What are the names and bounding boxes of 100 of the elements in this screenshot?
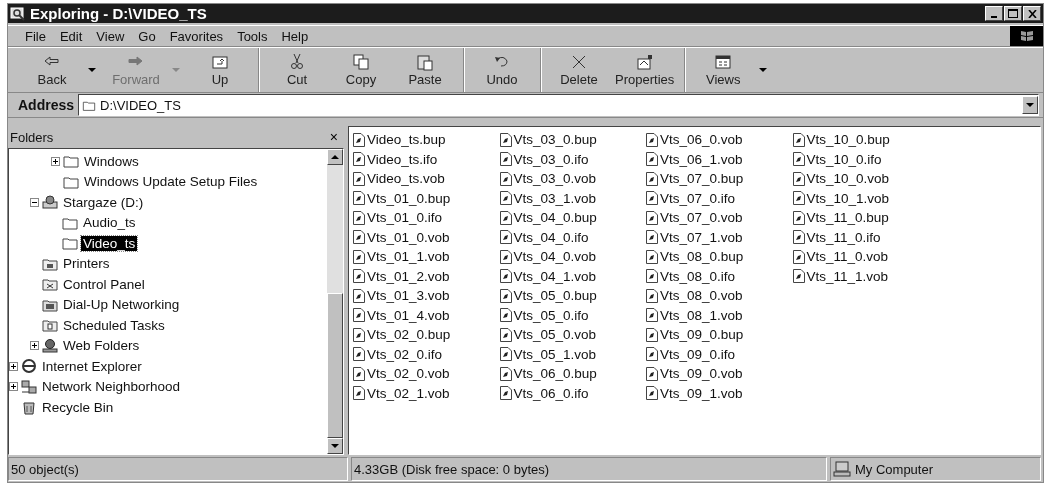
tree-item[interactable]: Dial-Up Networking: [61, 297, 182, 313]
expand-toggle[interactable]: [51, 156, 60, 166]
scrollbar[interactable]: [327, 149, 343, 454]
file-name[interactable]: Vts_02_0.bup: [367, 327, 451, 343]
network-icon: [21, 378, 37, 395]
file-name[interactable]: Vts_10_0.ifo: [806, 151, 882, 167]
menu-item[interactable]: Help: [274, 28, 316, 44]
file-name[interactable]: Vts_01_1.vob: [367, 249, 450, 265]
file-name[interactable]: Vts_10_0.bup: [806, 132, 890, 148]
tree-item[interactable]: Printers: [61, 256, 112, 272]
close-pane-button[interactable]: ×: [327, 129, 340, 145]
file-name[interactable]: Vts_09_0.bup: [660, 327, 744, 343]
collapse-toggle[interactable]: [30, 197, 39, 207]
paste-button[interactable]: Paste: [393, 53, 457, 87]
file-name[interactable]: Video_ts.bup: [367, 132, 446, 148]
file-name[interactable]: Vts_06_0.vob: [660, 132, 743, 148]
file-name[interactable]: Vts_06_1.vob: [660, 151, 743, 167]
dropdown-caret-icon[interactable]: [757, 66, 770, 74]
tree-item[interactable]: Stargaze (D:): [61, 194, 146, 210]
copy-button[interactable]: Copy: [329, 53, 393, 87]
file-name[interactable]: Vts_04_0.ifo: [513, 229, 589, 245]
file-name[interactable]: Video_ts.ifo: [367, 151, 438, 167]
file-name[interactable]: Vts_11_0.bup: [806, 210, 889, 226]
file-name[interactable]: Vts_01_0.ifo: [367, 210, 443, 226]
tree-item[interactable]: Recycle Bin: [40, 399, 116, 415]
file-name[interactable]: Vts_05_0.vob: [513, 327, 597, 343]
file-name[interactable]: Vts_01_4.vob: [367, 307, 450, 323]
tree-item[interactable]: Windows: [82, 153, 141, 169]
file-name[interactable]: Vts_05_1.vob: [513, 346, 597, 362]
file-icon: [499, 230, 512, 245]
file-name[interactable]: Vts_07_0.ifo: [660, 190, 736, 206]
tree-item[interactable]: Windows Update Setup Files: [82, 174, 260, 190]
file-name[interactable]: Vts_11_1.vob: [806, 268, 889, 284]
scroll-thumb[interactable]: [327, 293, 343, 438]
file-name[interactable]: Vts_07_0.bup: [660, 171, 744, 187]
tree-item[interactable]: Audio_ts: [81, 215, 138, 231]
file-name[interactable]: Vts_10_1.vob: [806, 190, 890, 206]
up-button[interactable]: Up: [188, 53, 252, 87]
file-name[interactable]: Vts_11_0.ifo: [806, 229, 881, 245]
file-name[interactable]: Vts_03_0.bup: [513, 132, 597, 148]
minimize-button[interactable]: [985, 6, 1003, 21]
file-name[interactable]: Vts_07_1.vob: [660, 229, 743, 245]
tree-item[interactable]: Internet Explorer: [40, 358, 144, 374]
address-field[interactable]: D:\VIDEO_TS: [78, 94, 1039, 116]
file-name[interactable]: Vts_07_0.vob: [660, 210, 743, 226]
file-name[interactable]: Vts_02_1.vob: [367, 385, 450, 401]
file-name[interactable]: Vts_04_0.vob: [513, 249, 597, 265]
file-name[interactable]: Vts_01_0.vob: [367, 229, 450, 245]
back-button[interactable]: Back: [20, 53, 84, 87]
file-name[interactable]: Vts_04_0.bup: [513, 210, 597, 226]
dropdown-caret-icon[interactable]: [86, 66, 98, 74]
scroll-down-button[interactable]: [327, 438, 343, 454]
file-name[interactable]: Vts_08_1.vob: [660, 307, 743, 323]
expand-toggle[interactable]: [30, 341, 39, 351]
file-name[interactable]: Vts_01_2.vob: [367, 268, 450, 284]
tree-item[interactable]: Network Neighborhood: [40, 379, 183, 395]
file-icon: [499, 327, 512, 342]
file-name[interactable]: Vts_03_0.vob: [513, 171, 597, 187]
file-name[interactable]: Vts_01_3.vob: [367, 288, 450, 304]
tree-item[interactable]: Scheduled Tasks: [61, 317, 167, 333]
properties-button[interactable]: Properties: [611, 53, 679, 87]
menu-item[interactable]: Go: [131, 28, 163, 44]
file-name[interactable]: Vts_06_0.ifo: [513, 385, 589, 401]
tree-item[interactable]: Video_ts: [81, 235, 138, 251]
undo-button[interactable]: Undo: [470, 53, 534, 87]
menu-item[interactable]: Tools: [230, 28, 275, 44]
file-name[interactable]: Vts_01_0.bup: [367, 190, 451, 206]
delete-button[interactable]: Delete: [547, 53, 611, 87]
file-name[interactable]: Vts_08_0.vob: [660, 288, 743, 304]
cut-button[interactable]: Cut: [265, 53, 329, 87]
file-name[interactable]: Vts_09_0.ifo: [660, 346, 736, 362]
file-name[interactable]: Vts_06_0.bup: [513, 366, 597, 382]
expand-toggle[interactable]: [9, 361, 18, 371]
close-button[interactable]: [1023, 6, 1041, 21]
file-name[interactable]: Vts_10_0.vob: [806, 171, 890, 187]
file-name[interactable]: Vts_09_0.vob: [660, 366, 743, 382]
tree-item[interactable]: Web Folders: [61, 338, 142, 354]
menu-item[interactable]: Edit: [52, 28, 90, 44]
file-name[interactable]: Vts_04_1.vob: [513, 268, 597, 284]
file-name[interactable]: Vts_03_1.vob: [513, 190, 597, 206]
maximize-button[interactable]: [1004, 6, 1022, 21]
file-name[interactable]: Vts_05_0.bup: [513, 288, 597, 304]
menu-item[interactable]: Favorites: [162, 28, 231, 44]
menu-item[interactable]: File: [18, 28, 53, 44]
views-button[interactable]: Views: [691, 53, 756, 87]
file-icon: [646, 249, 658, 264]
dropdown-button[interactable]: [1022, 96, 1038, 114]
file-name[interactable]: Vts_05_0.ifo: [513, 307, 589, 323]
file-name[interactable]: Vts_03_0.ifo: [513, 151, 589, 167]
file-name[interactable]: Vts_02_0.vob: [367, 366, 450, 382]
tree-item[interactable]: Control Panel: [61, 276, 147, 292]
menu-item[interactable]: View: [89, 28, 132, 44]
scroll-up-button[interactable]: [327, 149, 343, 165]
file-name[interactable]: Vts_09_1.vob: [660, 385, 743, 401]
file-name[interactable]: Vts_11_0.vob: [806, 249, 889, 265]
expand-toggle[interactable]: [9, 382, 18, 392]
file-name[interactable]: Video_ts.vob: [367, 171, 445, 187]
file-name[interactable]: Vts_02_0.ifo: [367, 346, 443, 362]
file-name[interactable]: Vts_08_0.ifo: [660, 268, 736, 284]
file-name[interactable]: Vts_08_0.bup: [660, 249, 744, 265]
